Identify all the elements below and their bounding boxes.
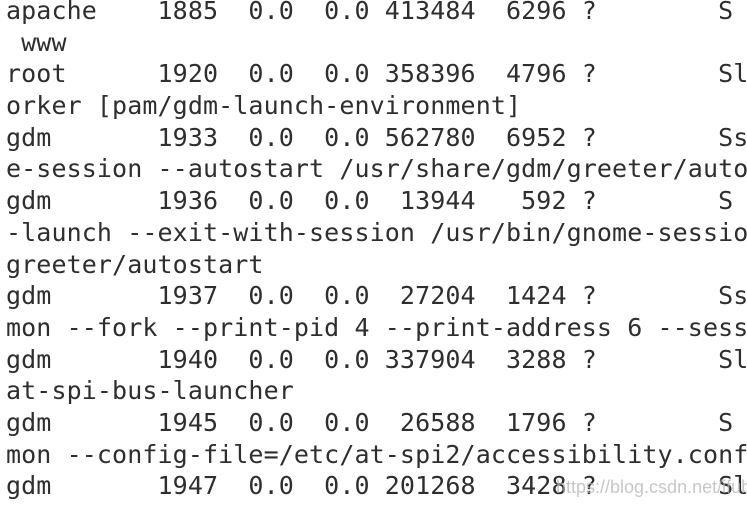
terminal-line: gdm 1933 0.0 0.0 562780 6952 ? Ss [6, 122, 747, 152]
terminal-line: root 1920 0.0 0.0 358396 4796 ? Sl [6, 59, 747, 89]
terminal-line: at-spi-bus-launcher [6, 376, 294, 406]
terminal-output: apache 1885 0.0 0.0 413484 6296 ? S www r… [6, 0, 747, 502]
terminal-line: gdm 1940 0.0 0.0 337904 3288 ? Sl [6, 344, 747, 374]
terminal-line: -launch --exit-with-session /usr/bin/gno… [6, 217, 747, 247]
terminal-line: mon --fork --print-pid 4 --print-address… [6, 312, 747, 342]
terminal-line: gdm 1936 0.0 0.0 13944 592 ? S [6, 186, 734, 216]
terminal-line: mon --config-file=/etc/at-spi2/accessibi… [6, 439, 747, 469]
terminal-line: greeter/autostart [6, 249, 264, 279]
terminal-line: gdm 1945 0.0 0.0 26588 1796 ? S [6, 407, 734, 437]
terminal-line: apache 1885 0.0 0.0 413484 6296 ? S [6, 0, 734, 25]
terminal-line: e-session --autostart /usr/share/gdm/gre… [6, 154, 747, 184]
terminal-line: gdm 1937 0.0 0.0 27204 1424 ? Ss [6, 281, 747, 311]
watermark: https://blog.csdn.net/ifubing [556, 477, 747, 497]
terminal-line: www [6, 27, 67, 57]
terminal-line: orker [pam/gdm-launch-environment] [6, 91, 522, 121]
